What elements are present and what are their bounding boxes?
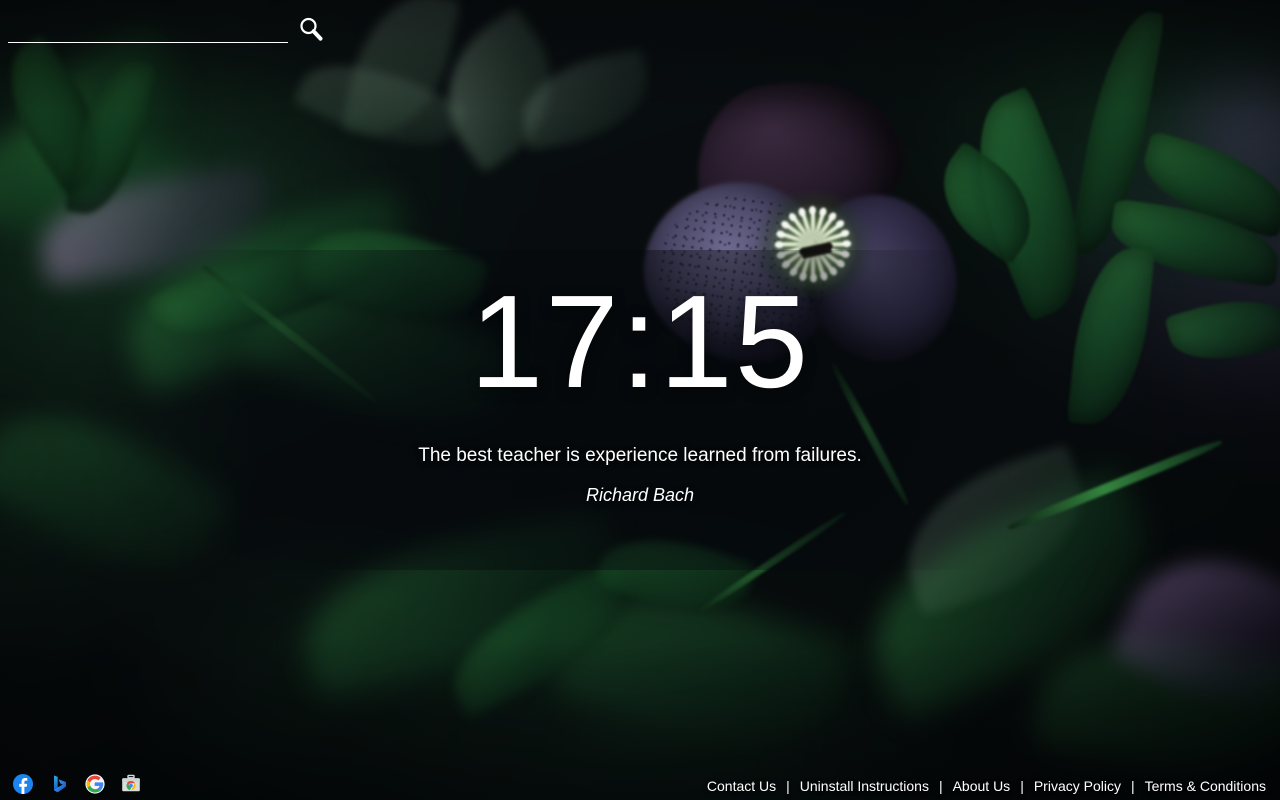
shortcut-google[interactable]: [84, 773, 106, 795]
search-bar: [8, 14, 326, 44]
facebook-icon: [13, 774, 33, 794]
footer-links: Contact Us | Uninstall Instructions | Ab…: [707, 778, 1266, 794]
center-content: 17:15 The best teacher is experience lea…: [0, 276, 1280, 506]
search-icon: [300, 17, 323, 41]
footer-link-uninstall-instructions[interactable]: Uninstall Instructions: [800, 778, 929, 794]
shortcut-chrome-web-store[interactable]: [120, 773, 142, 795]
footer-separator: |: [1020, 778, 1024, 794]
footer-separator: |: [938, 778, 943, 794]
shortcut-bing[interactable]: [48, 773, 70, 795]
footer-link-terms-conditions[interactable]: Terms & Conditions: [1145, 778, 1266, 794]
footer-link-about-us[interactable]: About Us: [953, 778, 1011, 794]
google-icon: [85, 774, 105, 794]
footer-separator: |: [1130, 778, 1135, 794]
shortcut-bar: [12, 773, 142, 795]
footer-link-privacy-policy[interactable]: Privacy Policy: [1034, 778, 1121, 794]
clock-time: 17:15: [469, 268, 811, 415]
footer-separator: |: [786, 778, 790, 794]
quote-text: The best teacher is experience learned f…: [418, 445, 862, 466]
new-tab-page: 17:15 The best teacher is experience lea…: [0, 0, 1280, 800]
shortcut-facebook[interactable]: [12, 773, 34, 795]
search-button[interactable]: [296, 14, 326, 44]
chrome-web-store-icon: [122, 774, 140, 792]
footer-link-contact-us[interactable]: Contact Us: [707, 778, 776, 794]
bing-icon: [54, 775, 66, 793]
search-input[interactable]: [8, 15, 288, 43]
quote-author: Richard Bach: [585, 485, 695, 505]
